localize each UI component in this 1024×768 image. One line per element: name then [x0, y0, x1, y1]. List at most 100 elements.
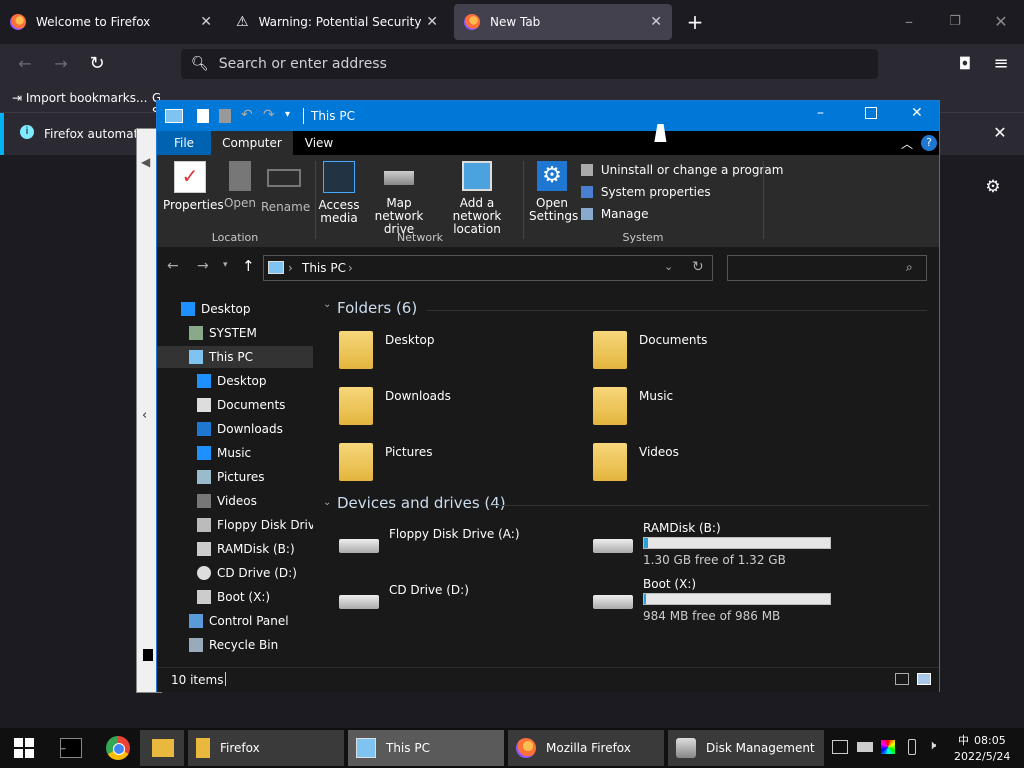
file-explorer-taskbar-button[interactable] — [140, 730, 184, 766]
color-tray-icon[interactable] — [881, 740, 895, 754]
rename-button[interactable]: Rename — [261, 161, 310, 214]
nav-item[interactable]: Music — [157, 442, 313, 464]
nav-item[interactable]: Desktop — [157, 370, 313, 392]
maximize-icon[interactable] — [865, 107, 877, 119]
search-input[interactable]: ⌕ — [727, 255, 927, 281]
drive-tile[interactable]: Floppy Disk Drive (A:) — [339, 521, 579, 571]
up-icon[interactable]: ↑ — [242, 257, 255, 275]
tab-view[interactable]: View — [293, 131, 345, 155]
new-folder-quick-icon[interactable] — [219, 109, 231, 123]
manage-button[interactable]: Manage — [581, 207, 649, 221]
forward-icon[interactable]: → — [46, 49, 76, 79]
devices-header[interactable]: Devices and drives (4) — [337, 494, 506, 512]
keyboard-tray-icon[interactable] — [857, 742, 873, 752]
back-icon[interactable]: ← — [167, 258, 179, 274]
network-tray-icon[interactable] — [832, 740, 848, 754]
menu-hamburger-icon[interactable]: ≡ — [986, 49, 1016, 79]
drive-tile[interactable]: CD Drive (D:) — [339, 577, 579, 627]
forward-icon[interactable]: → — [197, 258, 209, 274]
folder-tile[interactable]: Downloads — [339, 383, 569, 431]
scroll-left-icon[interactable]: ‹ — [142, 408, 147, 423]
url-bar[interactable]: 🔍︎ Search or enter address — [181, 49, 878, 79]
recent-locations-icon[interactable]: ▾ — [223, 260, 228, 270]
nav-item[interactable]: RAMDisk (B:) — [157, 538, 313, 560]
folder-tile[interactable]: Music — [593, 383, 823, 431]
taskbar-item-mozilla-firefox[interactable]: Mozilla Firefox — [508, 730, 664, 766]
address-dropdown-icon[interactable]: ⌄ — [664, 260, 673, 273]
close-icon[interactable]: ✕ — [911, 105, 923, 121]
nav-item[interactable]: Downloads — [157, 418, 313, 440]
back-icon[interactable]: ← — [10, 49, 40, 79]
gear-icon[interactable]: ⚙ — [980, 172, 1006, 202]
tab-new-tab[interactable]: New Tab ✕ — [454, 4, 672, 40]
close-info-icon[interactable]: ✕ — [985, 118, 1015, 148]
address-bar[interactable]: › This PC › ⌄ ↻ — [263, 255, 713, 281]
quick-access-dropdown-icon[interactable]: ▾ — [285, 109, 290, 120]
taskbar-item-firefox[interactable]: Firefox — [188, 730, 344, 766]
system-properties-button[interactable]: System properties — [581, 185, 711, 199]
folder-tile[interactable]: Documents — [593, 327, 823, 375]
access-media-button[interactable]: Access media — [317, 161, 361, 225]
collapse-chevron-icon[interactable]: ⌄ — [323, 497, 331, 508]
tab-security-warning[interactable]: ⚠ Warning: Potential Security Risk ✕ — [226, 4, 448, 40]
close-icon[interactable]: ✕ — [426, 14, 438, 30]
close-icon[interactable]: ✕ — [650, 14, 662, 30]
uninstall-program-button[interactable]: Uninstall or change a program — [581, 163, 783, 177]
drive-tile[interactable]: RAMDisk (B:) 1.30 GB free of 1.32 GB — [593, 521, 833, 571]
chevron-right-icon[interactable]: › — [348, 261, 353, 275]
tab-welcome[interactable]: Welcome to Firefox ✕ — [0, 4, 222, 40]
tab-file[interactable]: File — [157, 131, 211, 155]
map-network-drive-button[interactable]: Map network drive — [363, 161, 435, 236]
reload-icon[interactable]: ↻ — [82, 49, 112, 79]
add-network-location-button[interactable]: Add a network location — [437, 161, 517, 236]
folders-header[interactable]: Folders (6) — [337, 299, 417, 317]
explorer-title-bar[interactable]: ↶ ↷ ▾ This PC – ✕ — [157, 101, 939, 131]
volume-muted-icon[interactable]: 🕨︎ — [928, 738, 936, 753]
drive-tile[interactable]: Boot (X:) 984 MB free of 986 MB — [593, 577, 833, 627]
pocket-icon[interactable]: ◘ — [950, 49, 980, 79]
close-icon[interactable]: ✕ — [200, 14, 212, 30]
redo-icon[interactable]: ↷ — [263, 107, 275, 123]
nav-item[interactable]: Desktop — [157, 298, 313, 320]
folder-tile[interactable]: Pictures — [339, 439, 569, 487]
folder-tile[interactable]: Desktop — [339, 327, 569, 375]
bookmark-import[interactable]: ⇥ Import bookmarks... — [12, 91, 147, 105]
details-view-icon[interactable] — [895, 673, 909, 685]
nav-item[interactable]: Videos — [157, 490, 313, 512]
chrome-icon[interactable] — [106, 736, 130, 760]
open-settings-button[interactable]: ⚙ Open Settings — [529, 161, 578, 223]
undo-icon[interactable]: ↶ — [241, 107, 253, 123]
nav-item[interactable]: SYSTEM — [157, 322, 313, 344]
clock[interactable]: 中 08:05 — [958, 732, 1006, 748]
nav-item[interactable]: Pictures — [157, 466, 313, 488]
minimize-icon[interactable]: – — [817, 105, 824, 121]
nav-item[interactable]: Documents — [157, 394, 313, 416]
nav-item[interactable]: Boot (X:) — [157, 586, 313, 608]
tiles-view-icon[interactable] — [917, 673, 931, 685]
navigation-pane: Desktop SYSTEM This PC Desktop Documents Down… — [157, 289, 315, 667]
nav-item[interactable]: This PC — [157, 346, 313, 368]
new-tab-plus-icon[interactable]: + — [680, 7, 710, 37]
nav-item[interactable]: CD Drive (D:) — [157, 562, 313, 584]
taskbar-item-this-pc[interactable]: This PC — [348, 730, 504, 766]
terminal-icon[interactable]: _ — [60, 738, 82, 758]
collapse-ribbon-icon[interactable]: ︿ — [901, 135, 913, 152]
usb-tray-icon[interactable] — [908, 739, 916, 755]
close-window-icon[interactable]: ✕ — [986, 7, 1016, 37]
taskbar-item-disk-management[interactable]: Disk Management — [668, 730, 824, 766]
restore-icon[interactable]: ❐ — [940, 7, 970, 37]
drive-label: Boot (X:) — [643, 577, 697, 591]
nav-item[interactable]: Floppy Disk Drive — [157, 514, 313, 536]
open-button[interactable]: Open — [221, 161, 259, 210]
folder-tile[interactable]: Videos — [593, 439, 823, 487]
properties-quick-icon[interactable] — [197, 109, 209, 123]
tab-computer[interactable]: Computer — [211, 131, 293, 155]
nav-item[interactable]: Control Panel — [157, 610, 313, 632]
properties-button[interactable]: ✓ Properties — [163, 161, 224, 212]
refresh-icon[interactable]: ↻ — [692, 259, 704, 275]
collapse-chevron-icon[interactable]: ⌄ — [323, 299, 331, 310]
start-button[interactable] — [14, 738, 34, 758]
help-icon[interactable]: ? — [921, 135, 937, 151]
minimize-icon[interactable]: – — [894, 7, 924, 37]
nav-item[interactable]: Recycle Bin — [157, 634, 313, 656]
